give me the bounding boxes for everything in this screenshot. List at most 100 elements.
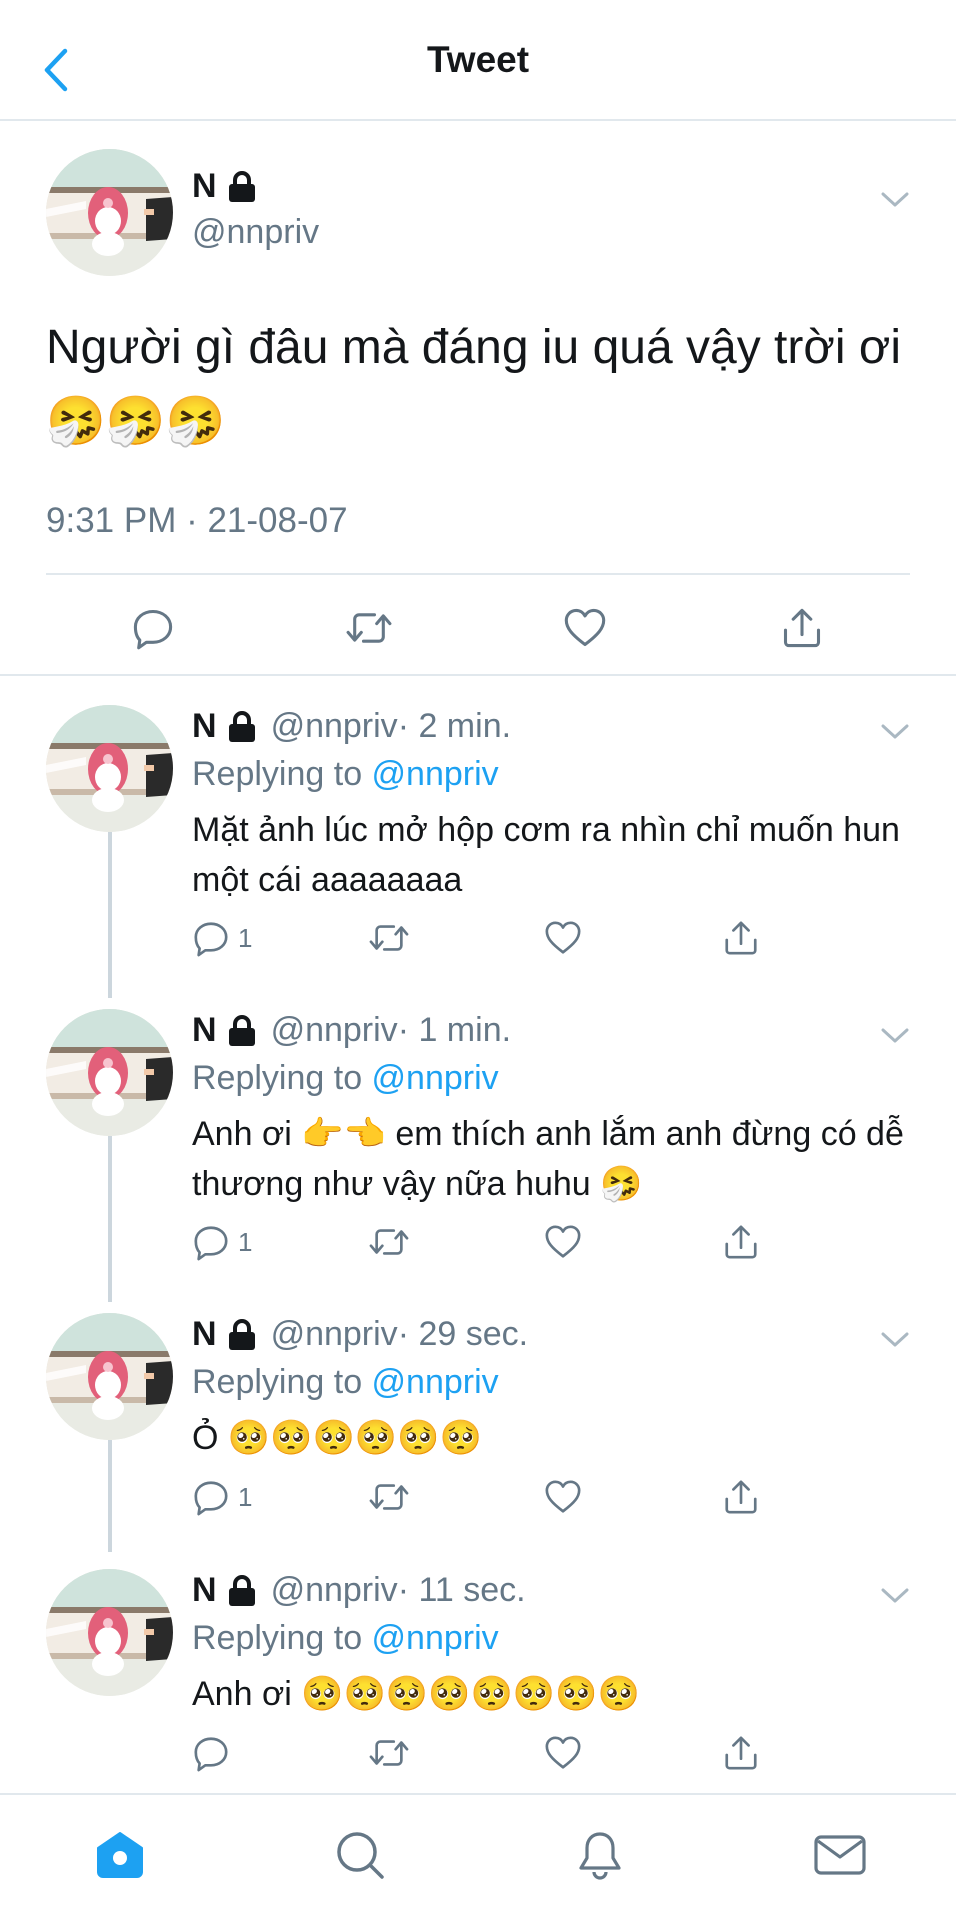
more-options-button[interactable]: [880, 1331, 910, 1354]
more-options-button[interactable]: [880, 1027, 910, 1050]
avatar[interactable]: [46, 149, 173, 276]
more-options-button[interactable]: [880, 191, 910, 214]
author-name[interactable]: N: [192, 1315, 217, 1354]
avatar[interactable]: [46, 1009, 173, 1136]
heart-icon: [544, 919, 582, 957]
replying-to-link[interactable]: @nnpriv: [372, 755, 499, 793]
chevron-down-icon: [880, 1587, 910, 1605]
retweet-icon: [367, 1734, 411, 1772]
replying-to: Replying to @nnpriv: [192, 1619, 499, 1658]
more-options-button[interactable]: [880, 1587, 910, 1610]
tab-search[interactable]: [330, 1825, 390, 1885]
replying-to: Replying to @nnpriv: [192, 755, 499, 794]
avatar[interactable]: [46, 1313, 173, 1440]
share-icon: [722, 919, 760, 957]
reply-actions: 1: [192, 1473, 792, 1521]
author-handle[interactable]: @nnpriv: [271, 1315, 398, 1354]
chevron-down-icon: [880, 1027, 910, 1045]
reply-icon: [192, 919, 230, 957]
share-icon: [722, 1478, 760, 1516]
notifications-icon: [579, 1832, 621, 1880]
reply-tweet[interactable]: N @nnpriv · 11 sec. Replying to @nnpriv …: [0, 1545, 956, 1793]
reply-header: N @nnpriv · 1 min.: [192, 1011, 511, 1050]
chevron-down-icon: [880, 723, 910, 741]
replying-to-label: Replying to: [192, 755, 372, 793]
replying-to-link[interactable]: @nnpriv: [372, 1363, 499, 1401]
share-icon: [722, 1734, 760, 1772]
heart-icon: [544, 1478, 582, 1516]
avatar[interactable]: [46, 1569, 173, 1696]
share-button[interactable]: [722, 1729, 760, 1777]
replying-to: Replying to @nnpriv: [192, 1059, 499, 1098]
more-options-button[interactable]: [880, 723, 910, 746]
lock-icon: [227, 1319, 257, 1351]
tab-notifications[interactable]: [570, 1825, 630, 1885]
reply-icon: [192, 1734, 230, 1772]
author-handle[interactable]: @nnpriv: [271, 1571, 398, 1610]
author-handle[interactable]: @nnpriv: [192, 213, 319, 252]
replying-to-label: Replying to: [192, 1363, 372, 1401]
reply-button[interactable]: [118, 593, 188, 663]
retweet-button[interactable]: [367, 914, 411, 962]
retweet-button[interactable]: [367, 1218, 411, 1266]
replying-to-link[interactable]: @nnpriv: [372, 1059, 499, 1097]
lock-icon: [227, 1015, 257, 1047]
replying-to-link[interactable]: @nnpriv: [372, 1619, 499, 1657]
reply-button[interactable]: 1: [192, 914, 252, 962]
like-button[interactable]: [550, 593, 620, 663]
page-title: Tweet: [426, 38, 530, 80]
tweet-timestamp: 9:31 PM · 21-08-07: [46, 501, 348, 540]
reply-time: · 2 min.: [397, 707, 512, 745]
author-name[interactable]: N: [192, 1571, 217, 1610]
retweet-icon: [344, 606, 394, 650]
reply-tweet[interactable]: N @nnpriv · 1 min. Replying to @nnpriv A…: [0, 985, 956, 1289]
like-button[interactable]: [544, 914, 582, 962]
reply-button[interactable]: [192, 1729, 238, 1777]
retweet-icon: [367, 919, 411, 957]
messages-icon: [814, 1835, 866, 1875]
avatar[interactable]: [46, 705, 173, 832]
heart-icon: [544, 1734, 582, 1772]
like-button[interactable]: [544, 1218, 582, 1266]
back-button[interactable]: [38, 44, 74, 96]
reply-actions: 1: [192, 1218, 792, 1266]
tab-messages[interactable]: [810, 1825, 870, 1885]
reply-tweet[interactable]: N @nnpriv · 2 min. Replying to @nnpriv M…: [0, 681, 956, 985]
author-name[interactable]: N: [192, 1011, 217, 1050]
chevron-down-icon: [880, 1331, 910, 1349]
replying-to: Replying to @nnpriv: [192, 1363, 499, 1402]
retweet-button[interactable]: [367, 1729, 411, 1777]
retweet-icon: [367, 1478, 411, 1516]
reply-actions: [192, 1729, 792, 1777]
reply-button[interactable]: 1: [192, 1218, 252, 1266]
share-button[interactable]: [722, 914, 760, 962]
reply-tweet[interactable]: N @nnpriv · 29 sec. Replying to @nnpriv …: [0, 1289, 956, 1545]
share-button[interactable]: [767, 593, 837, 663]
reply-count: 1: [238, 922, 253, 953]
reply-header: N @nnpriv · 11 sec.: [192, 1571, 526, 1610]
tab-home[interactable]: [90, 1825, 150, 1885]
reply-button[interactable]: 1: [192, 1473, 252, 1521]
share-button[interactable]: [722, 1218, 760, 1266]
share-button[interactable]: [722, 1473, 760, 1521]
reply-text: Anh ơi 🥺🥺🥺🥺🥺🥺🥺🥺: [192, 1675, 640, 1713]
reply-icon: [192, 1478, 230, 1516]
retweet-button[interactable]: [334, 593, 404, 663]
author-handle[interactable]: @nnpriv: [271, 707, 398, 746]
author-name-row: N: [192, 167, 257, 206]
lock-icon: [227, 1575, 257, 1607]
reply-icon: [131, 606, 175, 650]
like-button[interactable]: [544, 1473, 582, 1521]
reply-time: · 11 sec.: [397, 1571, 526, 1609]
main-tweet: N @nnpriv Người gì đâu mà đáng iu quá vậ…: [0, 121, 956, 676]
retweet-button[interactable]: [367, 1473, 411, 1521]
replying-to-label: Replying to: [192, 1619, 372, 1657]
reply-count: 1: [238, 1481, 253, 1512]
replying-to-label: Replying to: [192, 1059, 372, 1097]
share-icon: [780, 606, 824, 650]
like-button[interactable]: [544, 1729, 582, 1777]
reply-header: N @nnpriv · 29 sec.: [192, 1315, 528, 1354]
author-name[interactable]: N: [192, 707, 217, 746]
author-handle[interactable]: @nnpriv: [271, 1011, 398, 1050]
author-name[interactable]: N: [192, 167, 217, 206]
